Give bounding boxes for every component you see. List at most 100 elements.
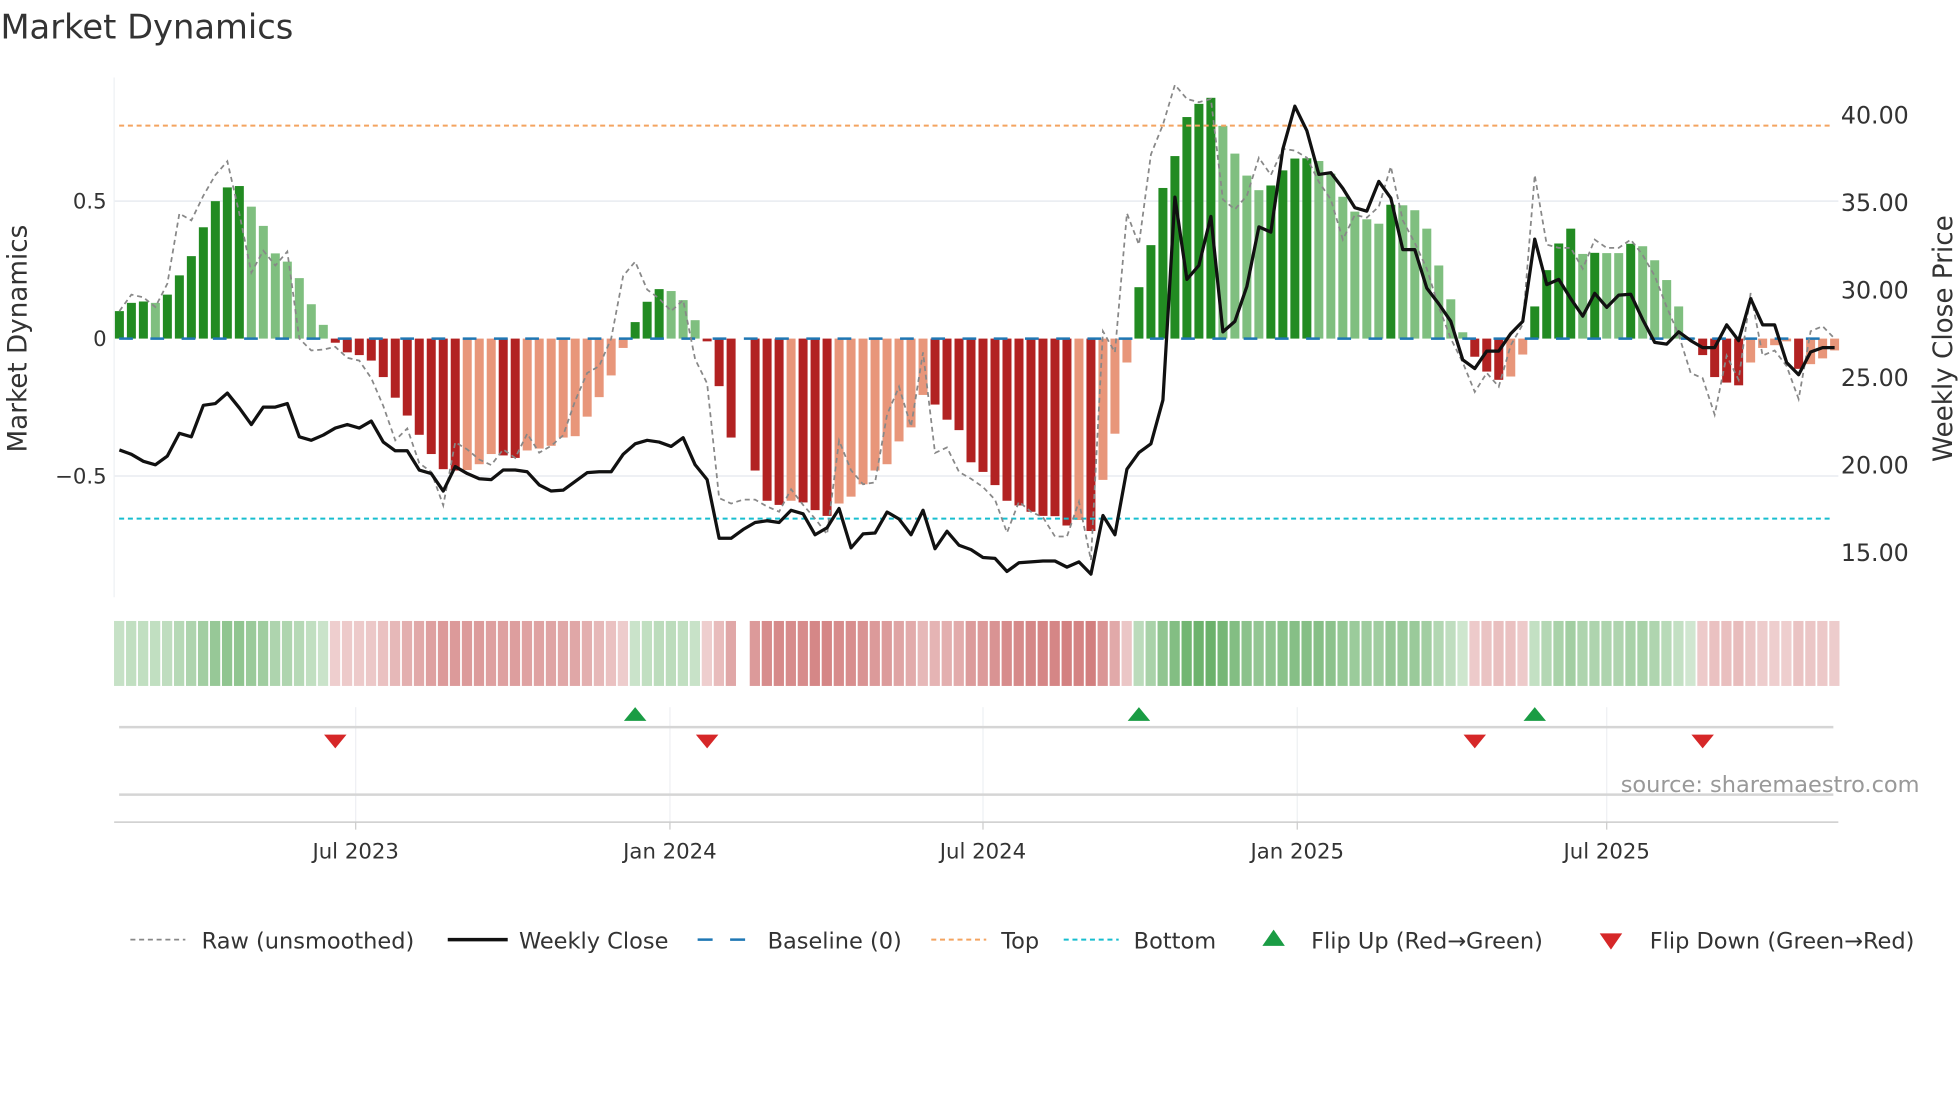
histogram-bar (726, 338, 736, 438)
market-dynamics-chart: Market Dynamics 0.5 0 −0.5 40.00 35.00 30.00… (0, 8, 1959, 955)
histogram-bar (294, 278, 304, 339)
right-y-tick-label: 15.00 (1841, 539, 1909, 567)
histogram-bar (1098, 338, 1108, 480)
heatmap-cell (377, 620, 389, 686)
heatmap-cell (1193, 620, 1205, 686)
histogram-bar (1338, 196, 1348, 339)
heatmap-cell (557, 620, 569, 686)
raw-unsmoothed-line (118, 83, 1836, 561)
heatmap-cell (725, 620, 737, 686)
heatmap-cell (1337, 620, 1349, 686)
x-tick-label: Jul 2024 (938, 839, 1026, 864)
histogram-bar (1398, 205, 1408, 339)
heatmap-cell (941, 620, 953, 686)
histogram-bar (402, 338, 412, 416)
heatmap-cell (749, 620, 761, 686)
heatmap-cell (305, 620, 317, 686)
heatmap-cell (1049, 620, 1061, 686)
histogram-bar (966, 338, 976, 463)
x-tick-label: Jul 2023 (310, 839, 398, 864)
heatmap-cell (1313, 620, 1325, 686)
histogram-bar (1566, 228, 1576, 339)
histogram-bar (630, 322, 640, 339)
heatmap-cell (233, 620, 245, 686)
histogram-bar (126, 302, 136, 339)
heatmap-cell (1217, 620, 1229, 686)
heatmap-cell (1709, 620, 1721, 686)
histogram-bar (642, 301, 652, 339)
histogram-bar (534, 338, 544, 449)
histogram-bar (978, 338, 988, 472)
regime-heatmap-strip (114, 620, 1842, 686)
histogram-bar (546, 338, 556, 446)
weekly-close-line (118, 104, 1835, 576)
heatmap-cell (497, 620, 509, 686)
legend-label-baseline: Baseline (0) (768, 928, 902, 954)
heatmap-cell (905, 620, 917, 686)
heatmap-cell (1733, 620, 1745, 686)
heatmap-cell (1397, 620, 1409, 686)
heatmap-cell (1073, 620, 1085, 686)
series-lines (118, 83, 1836, 576)
heatmap-cell (569, 620, 581, 686)
heatmap-cell (1697, 620, 1709, 686)
heatmap-cell (965, 620, 977, 686)
heatmap-cell (281, 620, 293, 686)
left-y-axis: 0.5 0 −0.5 (55, 190, 107, 490)
heatmap-cell (413, 620, 425, 686)
heatmap-cell (857, 620, 869, 686)
heatmap-cell (845, 620, 857, 686)
histogram-bar (558, 338, 568, 438)
histogram-bar (942, 338, 952, 420)
histogram-bar (306, 304, 316, 339)
heatmap-cell (1805, 620, 1816, 686)
histogram-bar (510, 338, 520, 458)
x-tick-label: Jul 2025 (1562, 839, 1650, 864)
histogram-bar (1554, 243, 1564, 339)
heatmap-cell (1421, 620, 1433, 686)
heatmap-cell (821, 620, 833, 686)
heatmap-cell (1253, 620, 1265, 686)
histogram-bar (810, 338, 820, 511)
histogram-bar (222, 187, 232, 339)
heatmap-cell (473, 620, 485, 686)
heatmap-cell (713, 620, 725, 686)
histogram-bar (282, 261, 292, 339)
histogram-bar (198, 227, 208, 339)
right-y-axis-label: Weekly Close Price (1929, 215, 1959, 462)
heatmap-cell (773, 620, 785, 686)
heatmap-cell (953, 620, 965, 686)
left-y-tick-label: 0.5 (73, 190, 107, 215)
histogram-bar (366, 338, 376, 361)
histogram-bar (1014, 338, 1024, 506)
histogram-bar (858, 338, 868, 485)
heatmap-cell (1001, 620, 1013, 686)
histogram-bar (1026, 338, 1036, 512)
flip-up-marker (623, 707, 647, 721)
heatmap-cell (1241, 620, 1253, 686)
histogram-bar (1278, 170, 1288, 339)
histogram-bar (690, 320, 700, 339)
right-y-tick-label: 30.00 (1841, 277, 1909, 305)
heatmap-cell (929, 620, 941, 686)
heatmap-cell (869, 620, 881, 686)
heatmap-cell (785, 620, 797, 686)
heatmap-cell (1085, 620, 1097, 686)
flip-up-marker (1523, 707, 1546, 721)
histogram-bar (1074, 338, 1084, 521)
histogram-bar (1110, 338, 1120, 434)
left-y-axis-label: Market Dynamics (4, 225, 34, 453)
heatmap-cell (389, 620, 401, 686)
heatmap-cell (977, 620, 989, 686)
heatmap-cell (617, 620, 629, 686)
histogram-bar (1194, 103, 1204, 339)
legend-flip-down-icon (1599, 933, 1623, 950)
histogram-bar (1158, 187, 1168, 339)
heatmap-cell (1181, 620, 1193, 686)
histogram-bar (1362, 219, 1372, 339)
heatmap-cell (126, 620, 137, 686)
heatmap-cell (1721, 620, 1733, 686)
x-tick-label: Jan 2025 (1248, 839, 1344, 864)
heatmap-cell (1445, 620, 1457, 686)
heatmap-cell (197, 620, 209, 686)
